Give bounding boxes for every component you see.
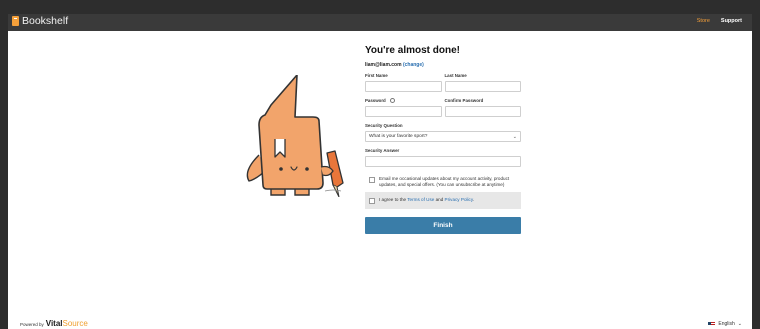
powered-by: Powered by VitalSource bbox=[20, 319, 88, 328]
terms-and: and bbox=[434, 197, 445, 202]
nav-support-link[interactable]: Support bbox=[721, 18, 742, 24]
app-title: Bookshelf bbox=[22, 15, 69, 27]
last-name-label: Last Name bbox=[444, 73, 467, 78]
account-email: liam@liam.com (change) bbox=[365, 62, 521, 68]
security-answer-group: Security Answer bbox=[365, 148, 521, 167]
password-label: Password bbox=[365, 98, 386, 103]
first-name-input[interactable] bbox=[365, 81, 442, 92]
signup-form: You're almost done! liam@liam.com (chang… bbox=[365, 45, 521, 234]
mascot-ground bbox=[324, 189, 342, 192]
terms-prefix: I agree to the bbox=[379, 197, 408, 202]
security-question-value: What is your favorite sport? bbox=[369, 133, 428, 139]
password-label-row: Password bbox=[365, 98, 442, 103]
language-chevron-down-icon: ⌄ bbox=[737, 321, 742, 327]
nav-store-link[interactable]: Store bbox=[697, 18, 710, 24]
security-answer-input[interactable] bbox=[365, 156, 521, 167]
confirm-password-label: Confirm Password bbox=[444, 98, 484, 103]
email-value: liam@liam.com bbox=[365, 62, 402, 68]
security-question-select[interactable]: What is your favorite sport? ⌄ bbox=[365, 131, 521, 142]
security-question-label: Security Question bbox=[365, 123, 403, 128]
mascot-right-eye bbox=[305, 167, 309, 171]
security-question-group: Security Question What is your favorite … bbox=[365, 123, 521, 142]
book-icon bbox=[12, 16, 19, 26]
privacy-policy-link[interactable]: Privacy Policy bbox=[445, 197, 473, 202]
terms-row[interactable]: I agree to the Terms of Use and Privacy … bbox=[365, 192, 521, 209]
change-email-link[interactable]: (change) bbox=[403, 62, 424, 68]
last-name-input[interactable] bbox=[444, 81, 521, 92]
logo-source: Source bbox=[62, 319, 88, 328]
us-flag-icon bbox=[708, 322, 716, 326]
logo-vital: Vital bbox=[45, 319, 63, 328]
mascot-left-eye bbox=[279, 167, 283, 171]
confirm-password-input[interactable] bbox=[444, 106, 521, 117]
terms-suffix: . bbox=[472, 197, 475, 202]
powered-by-label: Powered by bbox=[20, 322, 44, 327]
security-answer-label: Security Answer bbox=[365, 148, 400, 153]
password-input[interactable] bbox=[365, 106, 442, 117]
language-label: English bbox=[718, 321, 735, 327]
mascot-body bbox=[258, 75, 324, 190]
finish-button[interactable]: Finish bbox=[365, 217, 521, 234]
email-opt-in-checkbox[interactable] bbox=[369, 177, 375, 183]
info-icon[interactable] bbox=[389, 98, 395, 103]
language-selector[interactable]: English ⌄ bbox=[708, 321, 742, 327]
brand-logo[interactable]: Bookshelf bbox=[12, 15, 68, 27]
main-page: You're almost done! liam@liam.com (chang… bbox=[8, 31, 752, 329]
password-row: Password Confirm Password bbox=[365, 98, 521, 117]
first-name-label: First Name bbox=[365, 73, 388, 78]
page-title: You're almost done! bbox=[365, 45, 460, 56]
chevron-down-icon: ⌄ bbox=[512, 133, 517, 140]
terms-checkbox[interactable] bbox=[369, 198, 375, 204]
name-row: First Name Last Name bbox=[365, 73, 521, 92]
terms-text: I agree to the Terms of Use and Privacy … bbox=[379, 197, 474, 203]
top-nav: Store Support bbox=[697, 18, 742, 24]
email-opt-in-row[interactable]: Email me occasional updates about my acc… bbox=[365, 173, 521, 190]
vitalsource-logo[interactable]: VitalSource bbox=[46, 319, 88, 328]
top-bar: Bookshelf Store Support bbox=[8, 14, 752, 31]
email-opt-in-text: Email me occasional updates about my acc… bbox=[379, 176, 510, 187]
terms-of-use-link[interactable]: Terms of Use bbox=[407, 197, 434, 202]
book-mascot-illustration bbox=[246, 75, 344, 197]
